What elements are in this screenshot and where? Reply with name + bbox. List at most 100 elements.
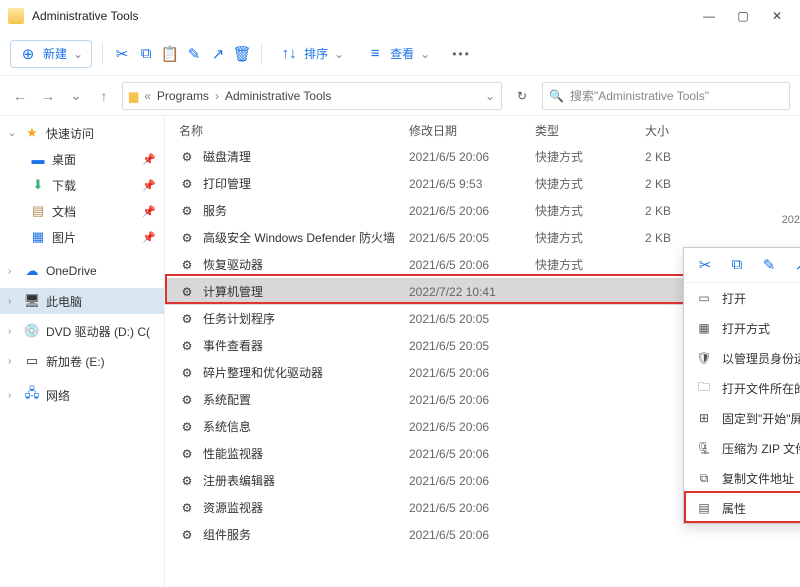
file-date: 2021/6/5 20:06 bbox=[409, 393, 535, 407]
paste-icon[interactable]: 📋 bbox=[161, 45, 179, 63]
maximize-button[interactable]: ▢ bbox=[736, 9, 750, 23]
file-size: 2 KB bbox=[645, 150, 705, 164]
document-icon: ▤ bbox=[30, 203, 46, 219]
new-label: 新建 bbox=[43, 45, 67, 62]
file-date: 2021/6/5 20:06 bbox=[409, 501, 535, 515]
file-size: 2 KB bbox=[645, 204, 705, 218]
expand-icon[interactable]: › bbox=[8, 390, 18, 401]
sidebar-item-onedrive[interactable]: › ☁ OneDrive bbox=[0, 258, 164, 284]
folder-icon bbox=[8, 8, 24, 24]
file-name: 注册表编辑器 bbox=[203, 472, 409, 489]
chevron-down-icon[interactable]: ⌄ bbox=[485, 89, 495, 103]
ctx-label: 打开方式 bbox=[722, 320, 800, 337]
breadcrumb-sep: « bbox=[144, 89, 151, 103]
minimize-button[interactable]: — bbox=[702, 9, 716, 23]
share-icon[interactable]: ↗ bbox=[209, 45, 227, 63]
ctx-open[interactable]: ▭ 打开 Enter bbox=[684, 283, 800, 313]
sort-label: 排序 bbox=[304, 45, 328, 62]
sidebar-item-thispc[interactable]: › 🖥 此电脑 bbox=[0, 288, 164, 314]
shortcut-icon: ⚙ bbox=[179, 230, 195, 246]
cut-icon[interactable]: ✂ bbox=[696, 256, 714, 274]
sidebar-label: OneDrive bbox=[46, 264, 97, 278]
copy-icon[interactable]: ⧉ bbox=[137, 45, 155, 63]
sidebar-item-pics[interactable]: ▦ 图片 📌 bbox=[22, 224, 164, 250]
share-icon[interactable]: ↗ bbox=[792, 256, 800, 274]
sidebar-label: 桌面 bbox=[52, 151, 76, 168]
file-name: 资源监视器 bbox=[203, 499, 409, 516]
pin-icon: 📌 bbox=[142, 205, 156, 218]
shortcut-icon: ⚙ bbox=[179, 527, 195, 543]
rename-icon[interactable]: ✎ bbox=[760, 256, 778, 274]
sidebar-item-downloads[interactable]: ⬇ 下载 📌 bbox=[22, 172, 164, 198]
sidebar-label: 网络 bbox=[46, 387, 70, 404]
expand-icon[interactable]: › bbox=[8, 326, 18, 337]
shortcut-icon: ⚙ bbox=[179, 338, 195, 354]
expand-icon[interactable]: › bbox=[8, 266, 18, 277]
search-box[interactable]: 🔍 搜索"Administrative Tools" bbox=[542, 82, 790, 110]
more-button[interactable]: ••• bbox=[444, 47, 479, 61]
shortcut-icon: ⚙ bbox=[179, 257, 195, 273]
refresh-button[interactable]: ↻ bbox=[510, 89, 534, 103]
pin-icon: 📌 bbox=[142, 231, 156, 244]
view-button[interactable]: ≡ 查看 ⌄ bbox=[358, 41, 438, 67]
breadcrumb-seg[interactable]: Programs bbox=[157, 89, 209, 103]
file-row[interactable]: ⚙磁盘清理2021/6/5 20:06快捷方式2 KB bbox=[165, 143, 800, 170]
file-date: 2021/6/5 20:06 bbox=[409, 366, 535, 380]
file-date: 2021/6/5 20:06 bbox=[409, 474, 535, 488]
col-type[interactable]: 类型 bbox=[535, 122, 645, 139]
shortcut-icon: ⚙ bbox=[179, 365, 195, 381]
sort-icon: ↑↓ bbox=[280, 45, 298, 63]
folder-icon: 🗀 bbox=[696, 378, 712, 399]
chevron-down-icon[interactable]: ⌄ bbox=[66, 86, 86, 106]
file-name: 系统信息 bbox=[203, 418, 409, 435]
ctx-open-location[interactable]: 🗀 打开文件所在的位置 bbox=[684, 373, 800, 403]
expand-icon[interactable]: › bbox=[8, 356, 18, 367]
chevron-down-icon: ⌄ bbox=[420, 47, 430, 61]
breadcrumb-seg[interactable]: Administrative Tools bbox=[225, 89, 332, 103]
ctx-properties[interactable]: ▤ 属性 Alt+Enter bbox=[684, 493, 800, 523]
shield-icon: 🛡 bbox=[696, 351, 712, 365]
file-name: 性能监视器 bbox=[203, 445, 409, 462]
sidebar-item-e[interactable]: › ▭ 新加卷 (E:) bbox=[0, 348, 164, 374]
window-title: Administrative Tools bbox=[32, 9, 702, 23]
col-date[interactable]: 修改日期 bbox=[409, 122, 535, 139]
sidebar-item-desktop[interactable]: ▬ 桌面 📌 bbox=[22, 146, 164, 172]
sidebar-item-network[interactable]: › 🖧 网络 bbox=[0, 382, 164, 408]
forward-button[interactable]: → bbox=[38, 86, 58, 106]
cut-icon[interactable]: ✂ bbox=[113, 45, 131, 63]
nav-row: ← → ⌄ ↑ ▆ « Programs › Administrative To… bbox=[0, 76, 800, 116]
ctx-copy-path[interactable]: ⧉ 复制文件地址 bbox=[684, 463, 800, 493]
rename-icon[interactable]: ✎ bbox=[185, 45, 203, 63]
collapse-icon[interactable]: ⌄ bbox=[8, 128, 18, 139]
download-icon: ⬇ bbox=[30, 177, 46, 193]
expand-icon[interactable]: › bbox=[8, 296, 18, 307]
address-bar[interactable]: ▆ « Programs › Administrative Tools ⌄ bbox=[122, 82, 502, 110]
ctx-open-with[interactable]: ▦ 打开方式 › bbox=[684, 313, 800, 343]
file-row[interactable]: ⚙组件服务2021/6/5 20:06 bbox=[165, 521, 800, 548]
ctx-run-as-admin[interactable]: 🛡 以管理员身份运行 bbox=[684, 343, 800, 373]
close-button[interactable]: ✕ bbox=[770, 9, 784, 23]
back-button[interactable]: ← bbox=[10, 86, 30, 106]
new-button[interactable]: ⊕ 新建 ⌄ bbox=[10, 40, 92, 68]
file-type: 快捷方式 bbox=[535, 148, 645, 165]
up-button[interactable]: ↑ bbox=[94, 86, 114, 106]
ctx-zip[interactable]: 🗜 压缩为 ZIP 文件 bbox=[684, 433, 800, 463]
file-row[interactable]: ⚙打印管理2021/6/5 9:53快捷方式2 KB bbox=[165, 170, 800, 197]
sidebar-item-docs[interactable]: ▤ 文档 📌 bbox=[22, 198, 164, 224]
col-name[interactable]: 名称 bbox=[179, 122, 409, 139]
ctx-pin-start[interactable]: ⊞ 固定到"开始"屏幕 bbox=[684, 403, 800, 433]
sidebar-item-quick[interactable]: ⌄ ★ 快速访问 bbox=[0, 120, 164, 146]
col-size[interactable]: 大小 bbox=[645, 122, 705, 139]
copy-icon[interactable]: ⧉ bbox=[728, 256, 746, 274]
star-icon: ★ bbox=[24, 125, 40, 141]
view-icon: ≡ bbox=[366, 45, 384, 63]
copypath-icon: ⧉ bbox=[696, 471, 712, 486]
sort-button[interactable]: ↑↓ 排序 ⌄ bbox=[272, 41, 352, 67]
sidebar-label: 下载 bbox=[52, 177, 76, 194]
sidebar-item-dvd[interactable]: › 💿 DVD 驱动器 (D:) C( bbox=[0, 318, 164, 344]
ctx-label: 属性 bbox=[722, 500, 800, 517]
shortcut-icon: ⚙ bbox=[179, 446, 195, 462]
file-date: 2021/6/5 9:53 bbox=[409, 177, 535, 191]
delete-icon[interactable]: 🗑 bbox=[233, 45, 251, 63]
file-row[interactable]: ⚙服务2021/6/5 20:06快捷方式2 KB bbox=[165, 197, 800, 224]
